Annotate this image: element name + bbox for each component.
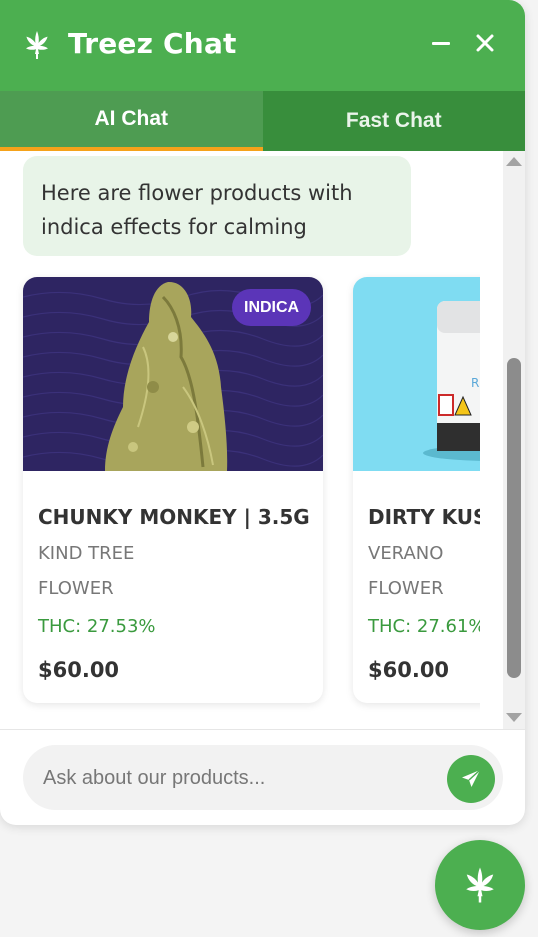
product-card[interactable]: INDICA CHUNKY MONKEY | 3.5G KIND TREE FL… [23,277,323,703]
product-carousel[interactable]: INDICA CHUNKY MONKEY | 3.5G KIND TREE FL… [0,151,480,730]
send-button[interactable] [447,755,495,803]
chat-header: Treez Chat [0,0,525,91]
scrollbar-thumb[interactable] [507,358,521,678]
strain-badge: INDICA [232,289,312,326]
message-input[interactable] [43,759,443,797]
product-price: $60.00 [38,658,120,682]
product-brand: VERANO [368,543,444,564]
product-image: R [353,277,480,471]
chat-title: Treez Chat [68,27,237,60]
composer [23,745,503,810]
product-name[interactable]: DIRTY KUSH [368,505,480,529]
product-price: $60.00 [368,658,450,682]
cannabis-leaf-icon [466,867,494,903]
composer-divider [0,729,525,730]
product-card[interactable]: R DIRTY KUSH VERANO FLOWER THC: 27.61% $… [353,277,480,703]
cannabis-leaf-icon [26,31,48,59]
send-icon [462,769,481,787]
product-thc: THC: 27.61% [368,616,480,637]
product-category: FLOWER [368,578,444,599]
product-category: FLOWER [38,578,114,599]
product-brand: KIND TREE [38,543,135,564]
close-icon[interactable] [472,30,498,56]
chat-launcher-button[interactable] [435,840,525,930]
svg-text:R: R [471,376,479,390]
tab-ai-chat[interactable]: AI Chat [0,91,263,151]
scroll-down-arrow-icon[interactable] [506,713,522,722]
product-name[interactable]: CHUNKY MONKEY | 3.5G [38,505,310,529]
message-list: Here are flower products with indica eff… [0,151,525,730]
scroll-up-arrow-icon[interactable] [506,157,522,166]
tab-fast-chat[interactable]: Fast Chat [262,91,525,151]
chat-widget: Treez Chat AI Chat Fast Chat Here are fl… [0,0,525,825]
product-thc: THC: 27.53% [38,616,156,637]
minimize-icon[interactable] [428,30,454,56]
chat-tabs: AI Chat Fast Chat [0,91,525,151]
